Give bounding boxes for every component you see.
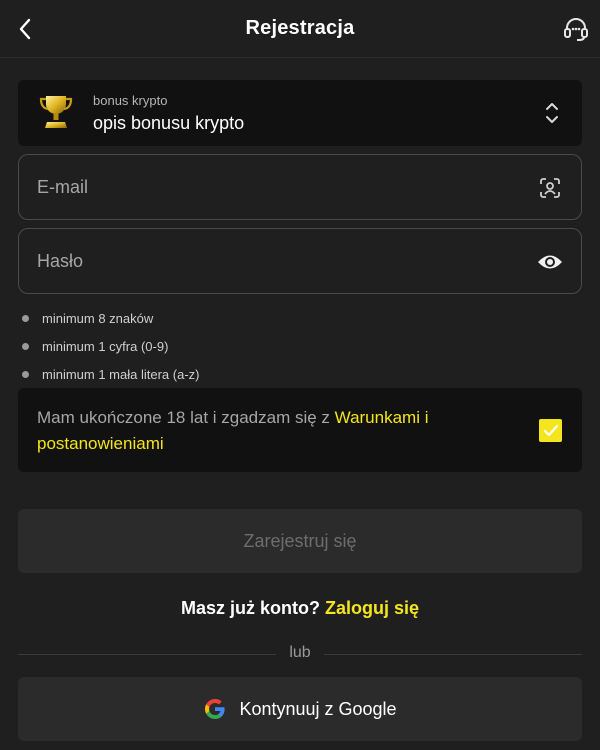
bullet-icon — [22, 314, 29, 322]
password-field-box — [18, 228, 582, 294]
password-rule-text: minimum 1 cyfra (0-9) — [42, 338, 169, 354]
terms-text-prefix: Mam ukończone 18 lat i zgadzam się z — [37, 408, 335, 427]
google-button-label: Kontynuuj z Google — [239, 698, 397, 719]
header: Rejestracja — [0, 0, 600, 58]
register-button[interactable]: Zarejestruj się — [18, 509, 582, 573]
google-icon — [205, 699, 226, 719]
password-rule-text: minimum 1 mała litera (a-z) — [42, 366, 200, 382]
eye-icon — [538, 255, 562, 269]
bullet-icon — [22, 342, 29, 350]
email-field-box — [18, 154, 582, 220]
headset-icon — [564, 18, 588, 41]
password-rules: minimum 8 znaków minimum 1 cyfra (0-9) m… — [22, 304, 199, 388]
bonus-select[interactable]: bonus krypto opis bonusu krypto — [18, 80, 582, 146]
divider-line-right — [324, 654, 582, 655]
password-field[interactable] — [19, 229, 581, 293]
password-rule: minimum 1 cyfra (0-9) — [22, 332, 199, 360]
terms-consent: Mam ukończone 18 lat i zgadzam się z War… — [18, 388, 582, 472]
page-title: Rejestracja — [245, 17, 355, 39]
chevron-left-icon — [19, 18, 31, 40]
password-rule: minimum 8 znaków — [22, 304, 199, 332]
bonus-label: bonus krypto — [93, 93, 168, 108]
support-button[interactable] — [560, 13, 592, 45]
password-rule-text: minimum 8 znaków — [42, 310, 154, 326]
back-button[interactable] — [10, 14, 40, 44]
chevron-updown-icon — [546, 103, 558, 123]
login-link[interactable]: Zaloguj się — [325, 598, 419, 618]
google-signin-button[interactable]: Kontynuuj z Google — [18, 677, 582, 741]
bonus-value: opis bonusu krypto — [93, 113, 245, 133]
bullet-icon — [22, 370, 29, 378]
divider-text: lub — [289, 644, 311, 661]
email-contact-button[interactable] — [535, 173, 565, 203]
password-rule: minimum 1 mała litera (a-z) — [22, 360, 199, 388]
email-field[interactable] — [19, 155, 581, 219]
checkmark-icon — [543, 424, 558, 436]
toggle-password-visibility[interactable] — [535, 247, 565, 277]
login-question: Masz już konto? — [180, 598, 325, 618]
or-divider: lub — [18, 644, 582, 666]
trophy-icon — [39, 96, 73, 128]
login-prompt: Masz już konto? Zaloguj się — [0, 598, 600, 619]
terms-text: Mam ukończone 18 lat i zgadzam się z War… — [37, 405, 507, 457]
terms-checkbox[interactable] — [539, 419, 562, 442]
contact-card-icon — [540, 178, 560, 198]
